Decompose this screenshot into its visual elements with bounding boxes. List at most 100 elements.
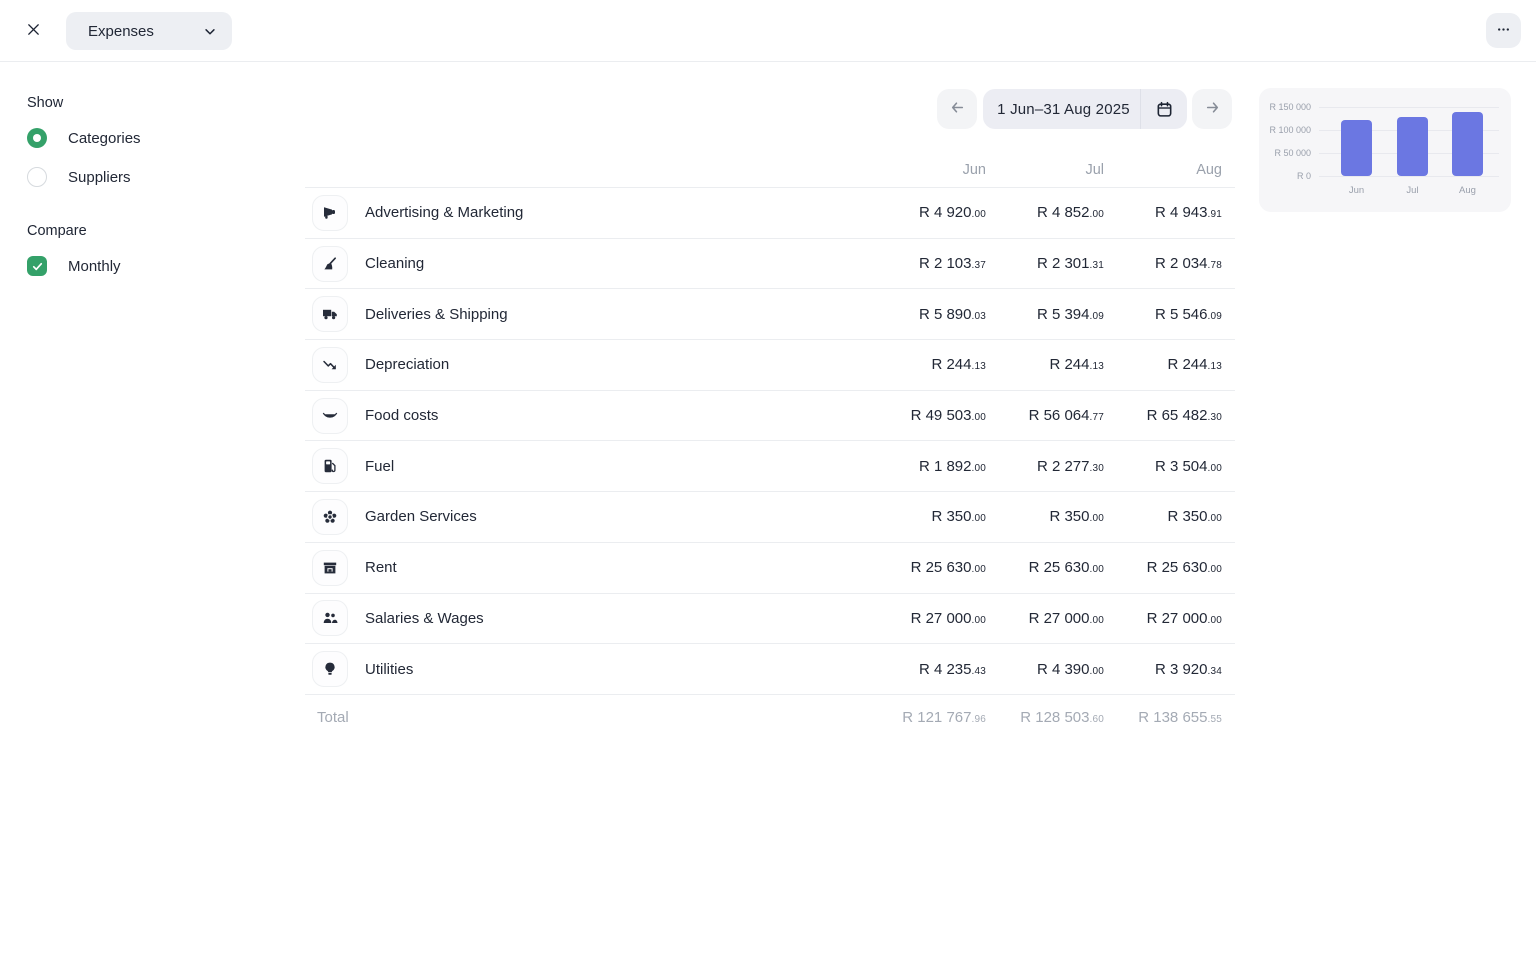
amount-cell: R 350.00	[999, 508, 1117, 525]
megaphone-icon	[312, 195, 348, 231]
fuel-pump-icon	[312, 448, 348, 484]
chart-bar-jul[interactable]	[1397, 117, 1428, 176]
column-header-jul: Jul	[999, 162, 1117, 178]
amount-cell: R 1 892.00	[881, 458, 999, 475]
table-row[interactable]: Advertising & Marketing R 4 920.00R 4 85…	[305, 187, 1235, 238]
category-label: Garden Services	[365, 508, 477, 525]
total-label: Total	[305, 709, 881, 726]
amount-cell: R 3 504.00	[1117, 458, 1235, 475]
amount-cell: R 25 630.00	[881, 559, 999, 576]
amount-cell: R 244.13	[999, 356, 1117, 373]
truck-icon	[312, 296, 348, 332]
amount-cell: R 25 630.00	[1117, 559, 1235, 576]
trending-down-icon	[312, 347, 348, 383]
table-row[interactable]: Garden Services R 350.00R 350.00R 350.00	[305, 491, 1235, 542]
report-type-label: Expenses	[88, 23, 154, 40]
amount-cell: R 5 546.09	[1117, 306, 1235, 323]
chart-ytick-label: R 150 000	[1259, 102, 1311, 112]
radio-unselected-icon	[27, 167, 47, 187]
table-row[interactable]: Depreciation R 244.13R 244.13R 244.13	[305, 339, 1235, 390]
amount-cell: R 65 482.30	[1117, 407, 1235, 424]
next-period-button[interactable]	[1192, 89, 1232, 129]
close-button[interactable]	[24, 22, 42, 40]
category-label: Cleaning	[365, 255, 424, 272]
category-label: Fuel	[365, 458, 394, 475]
table-row[interactable]: Rent R 25 630.00R 25 630.00R 25 630.00	[305, 542, 1235, 593]
chart-bar-jun[interactable]	[1341, 120, 1372, 176]
amount-cell: R 350.00	[1117, 508, 1235, 525]
chart-bar-aug[interactable]	[1452, 112, 1483, 176]
category-label: Deliveries & Shipping	[365, 306, 508, 323]
table-row[interactable]: Food costs R 49 503.00R 56 064.77R 65 48…	[305, 390, 1235, 441]
table-row[interactable]: Utilities R 4 235.43R 4 390.00R 3 920.34	[305, 643, 1235, 694]
radio-suppliers[interactable]: Suppliers	[27, 167, 267, 187]
amount-cell: R 244.13	[1117, 356, 1235, 373]
food-icon	[312, 398, 348, 434]
chart-ytick-label: R 100 000	[1259, 125, 1311, 135]
arrow-right-icon	[1204, 99, 1221, 119]
radio-categories[interactable]: Categories	[27, 128, 267, 148]
chart-xtick-label: Jul	[1391, 185, 1435, 196]
table-row[interactable]: Deliveries & Shipping R 5 890.03R 5 394.…	[305, 288, 1235, 339]
compare-section-title: Compare	[27, 223, 267, 239]
category-label: Salaries & Wages	[365, 610, 484, 627]
chart-gridline	[1319, 176, 1499, 177]
amount-cell: R 2 301.31	[999, 255, 1117, 272]
chart-xtick-label: Jun	[1335, 185, 1379, 196]
checkbox-monthly[interactable]: Monthly	[27, 256, 267, 276]
amount-cell: R 49 503.00	[881, 407, 999, 424]
show-section-title: Show	[27, 95, 267, 111]
report-type-dropdown[interactable]: Expenses	[66, 12, 232, 50]
amount-cell: R 4 390.00	[999, 661, 1117, 678]
more-icon	[1496, 22, 1511, 40]
calendar-icon	[1140, 89, 1187, 129]
chart-xtick-label: Aug	[1446, 185, 1490, 196]
amount-cell: R 244.13	[881, 356, 999, 373]
amount-cell: R 27 000.00	[1117, 610, 1235, 627]
total-row: Total R 121 767.96 R 128 503.60 R 138 65…	[305, 694, 1235, 741]
radio-selected-icon	[27, 128, 47, 148]
category-label: Food costs	[365, 407, 438, 424]
date-range-button[interactable]: 1 Jun–31 Aug 2025	[983, 89, 1187, 129]
amount-cell: R 25 630.00	[999, 559, 1117, 576]
category-label: Depreciation	[365, 356, 449, 373]
category-label: Advertising & Marketing	[365, 204, 523, 221]
amount-cell: R 2 034.78	[1117, 255, 1235, 272]
amount-cell: R 3 920.34	[1117, 661, 1235, 678]
amount-cell: R 4 235.43	[881, 661, 999, 678]
chart-ytick-label: R 0	[1259, 171, 1311, 181]
checkbox-monthly-label: Monthly	[68, 258, 121, 275]
more-button[interactable]	[1486, 13, 1521, 48]
table-row[interactable]: Cleaning R 2 103.37R 2 301.31R 2 034.78	[305, 238, 1235, 289]
flower-icon	[312, 499, 348, 535]
broom-icon	[312, 246, 348, 282]
total-amount-jun: R 121 767.96	[881, 709, 999, 726]
total-amount-aug: R 138 655.55	[1117, 709, 1235, 726]
amount-cell: R 56 064.77	[999, 407, 1117, 424]
prev-period-button[interactable]	[937, 89, 977, 129]
table-row[interactable]: Fuel R 1 892.00R 2 277.30R 3 504.00	[305, 440, 1235, 491]
arrow-left-icon	[949, 99, 966, 119]
lightbulb-icon	[312, 651, 348, 687]
category-label: Rent	[365, 559, 397, 576]
table-row[interactable]: Salaries & Wages R 27 000.00R 27 000.00R…	[305, 593, 1235, 644]
topbar: Expenses	[0, 0, 1536, 62]
column-header-jun: Jun	[881, 162, 999, 178]
sidebar: Show Categories Suppliers Compare Monthl…	[27, 95, 267, 295]
date-range-label: 1 Jun–31 Aug 2025	[983, 101, 1140, 118]
chart-ytick-label: R 50 000	[1259, 148, 1311, 158]
people-icon	[312, 600, 348, 636]
amount-cell: R 4 920.00	[881, 204, 999, 221]
expenses-table: Jun Jul Aug Advertising & Marketing R 4 …	[305, 150, 1235, 741]
amount-cell: R 350.00	[881, 508, 999, 525]
close-icon	[26, 22, 41, 40]
amount-cell: R 27 000.00	[881, 610, 999, 627]
mini-chart: R 150 000 R 100 000 R 50 000 R 0 Jun Jul Aug	[1259, 88, 1511, 212]
table-header: Jun Jul Aug	[305, 150, 1235, 187]
chevron-down-icon	[203, 23, 217, 39]
amount-cell: R 27 000.00	[999, 610, 1117, 627]
storefront-icon	[312, 550, 348, 586]
amount-cell: R 4 852.00	[999, 204, 1117, 221]
radio-suppliers-label: Suppliers	[68, 169, 131, 186]
amount-cell: R 5 394.09	[999, 306, 1117, 323]
